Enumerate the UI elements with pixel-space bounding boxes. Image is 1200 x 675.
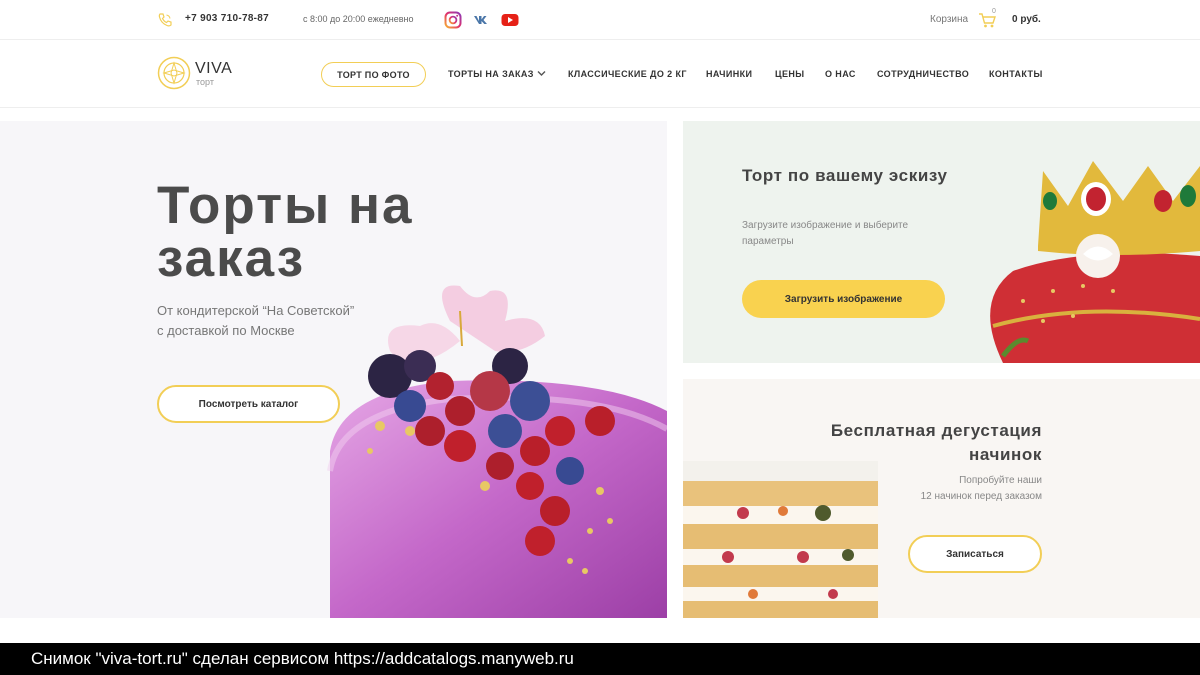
top-bar: +7 903 710-78-87 с 8:00 до 20:00 ежеднев… (0, 0, 1200, 40)
nav-item-cooperation[interactable]: СОТРУДНИЧЕСТВО (877, 69, 969, 79)
vk-icon[interactable] (473, 11, 491, 29)
phone-icon (158, 13, 172, 27)
hero-subtitle: От кондитерской “На Советской” с доставк… (157, 301, 417, 341)
logo-title[interactable]: VIVA (195, 60, 232, 78)
sketch-cake-card: Торт по вашему эскизу Загрузите изображе… (683, 121, 1200, 363)
sketch-card-title: Торт по вашему эскизу (742, 166, 948, 185)
nav-photo-cake-button[interactable]: ТОРТ ПО ФОТО (321, 62, 426, 87)
youtube-icon[interactable] (501, 11, 519, 29)
nav-item-fillings[interactable]: НАЧИНКИ (706, 69, 752, 79)
upload-image-button[interactable]: Загрузить изображение (742, 280, 945, 318)
sketch-card-text: Загрузите изображение и выберите парамет… (742, 220, 909, 247)
tasting-text-line1: Попробуйте наши (959, 475, 1042, 486)
phone-link[interactable]: +7 903 710-78-87 (185, 13, 269, 24)
tasting-card-title: Бесплатная дегустация начинок (830, 421, 1042, 464)
cart-count-badge: 0 (992, 8, 996, 15)
page: +7 903 710-78-87 с 8:00 до 20:00 ежеднев… (0, 0, 1200, 675)
hero-subtitle-line2: с доставкой по Москве (157, 323, 295, 338)
sign-up-button[interactable]: Записаться (908, 535, 1042, 573)
instagram-icon[interactable] (444, 11, 462, 29)
logo-subtitle: торт (196, 77, 214, 87)
nav-item-classic[interactable]: КЛАССИЧЕСКИЕ ДО 2 КГ (568, 69, 687, 79)
crown-cake-image (990, 161, 1200, 363)
tasting-text-line2: 12 начинок перед заказом (920, 491, 1042, 502)
hero-title: Торты на заказ (157, 176, 414, 288)
hero-subtitle-line1: От кондитерской “На Советской” (157, 303, 355, 318)
hero-banner: Торты на заказ От кондитерской “На Совет… (0, 121, 667, 618)
main-nav: VIVA торт ТОРТ ПО ФОТО ТОРТЫ НА ЗАКАЗ КЛ… (0, 40, 1200, 108)
logo-icon[interactable] (157, 56, 191, 90)
tasting-card-text: Попробуйте наши 12 начинок перед заказом (822, 473, 1042, 505)
tasting-card: Бесплатная дегустация начинок Попробуйте… (683, 379, 1200, 618)
nav-item-prices[interactable]: ЦЕНЫ (775, 69, 805, 79)
view-catalog-button[interactable]: Посмотреть каталог (157, 385, 340, 423)
nav-item-about[interactable]: О НАС (825, 69, 856, 79)
screenshot-caption: Снимок "viva-tort.ru" сделан сервисом ht… (0, 643, 1200, 675)
chevron-down-icon[interactable] (537, 70, 546, 77)
working-hours: с 8:00 до 20:00 ежедневно (303, 14, 414, 24)
nav-item-contacts[interactable]: КОНТАКТЫ (989, 69, 1043, 79)
nav-item-custom-cakes[interactable]: ТОРТЫ НА ЗАКАЗ (448, 69, 534, 79)
cart-sum[interactable]: 0 руб. (1012, 14, 1041, 25)
cart-label[interactable]: Корзина (930, 14, 968, 25)
